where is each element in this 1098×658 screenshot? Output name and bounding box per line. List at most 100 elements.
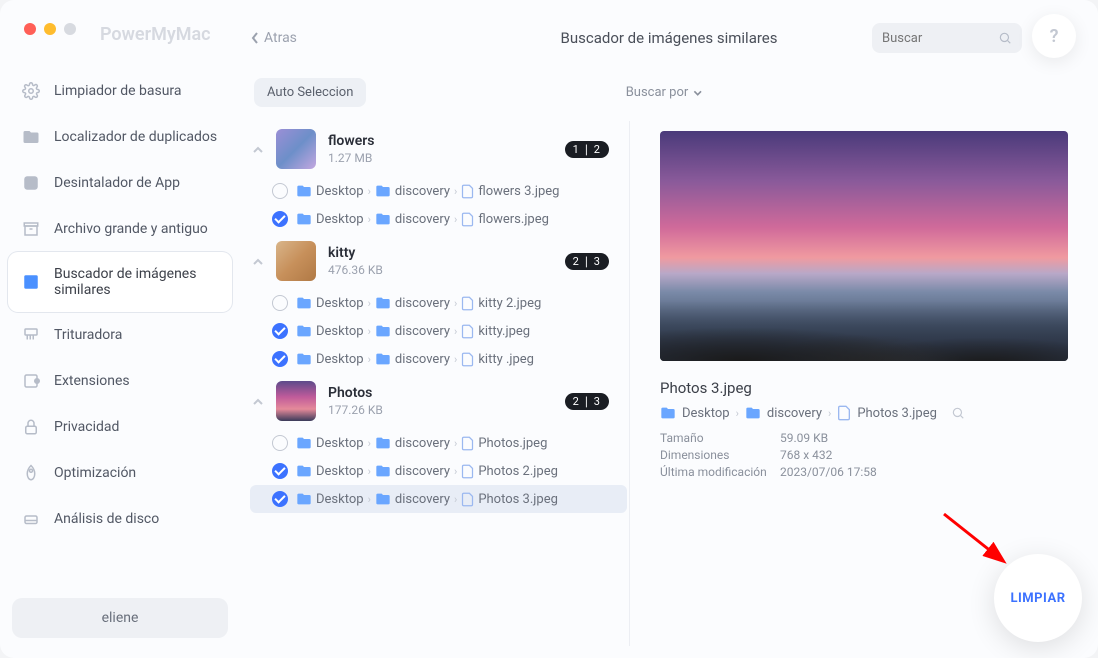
chevron-right-icon: › [828,407,831,420]
file-row[interactable]: Desktop›discovery›kitty .jpeg [250,345,627,373]
folder-icon [296,492,312,506]
folder-icon [22,128,40,146]
content-area: flowers 1.27 MB 1 ∣ 2 Desktop›discovery›… [250,121,1078,646]
file-name: Photos 2.jpeg [478,464,558,479]
sidebar-item-disk-analysis[interactable]: Análisis de disco [8,496,232,542]
sidebar-item-shredder[interactable]: Trituradora [8,312,232,358]
crumb-segment: discovery [395,324,450,339]
collapse-icon[interactable] [250,254,264,268]
crumb-segment: discovery [395,352,450,367]
breadcrumb: Desktop›discovery›Photos 2.jpeg [296,464,558,479]
breadcrumb: Desktop›discovery›Photos.jpeg [296,436,547,451]
sidebar-item-label: Análisis de disco [54,511,159,527]
nav: Limpiador de basura Localizador de dupli… [0,68,240,542]
back-button[interactable]: Atras [250,30,297,46]
search-input-wrap[interactable] [872,23,1022,53]
folder-icon [296,296,312,310]
group-badge: 1 ∣ 2 [565,141,609,158]
group-badge: 2 ∣ 3 [565,393,609,410]
preview-path: Desktop › discovery › Photos 3.jpeg [660,405,1068,421]
checkbox[interactable] [272,463,288,479]
chevron-left-icon [250,31,260,45]
file-row[interactable]: Desktop›discovery›Photos 3.jpeg [250,485,627,513]
file-row[interactable]: Desktop›discovery›kitty.jpeg [250,317,627,345]
group-name: kitty [328,245,383,261]
file-name: flowers 3.jpeg [478,184,559,199]
file-row[interactable]: Desktop›discovery›Photos.jpeg [250,429,627,457]
help-button[interactable]: ? [1032,14,1076,58]
chevron-right-icon: › [454,493,457,506]
search-input[interactable] [882,31,990,46]
file-icon [461,492,474,507]
meta-mod-label: Última modificación [660,465,780,479]
chevron-right-icon: › [368,353,371,366]
crumb-segment: discovery [395,184,450,199]
group-name: flowers [328,133,374,149]
sidebar-item-similar-images[interactable]: Buscador de imágenes similares [8,252,232,312]
sidebar-item-privacy[interactable]: Privacidad [8,404,232,450]
sidebar-item-optimization[interactable]: Optimización [8,450,232,496]
group-size: 476.36 KB [328,263,383,277]
meta-dim-value: 768 x 432 [780,448,1068,462]
checkbox[interactable] [272,351,288,367]
crumb-desktop: Desktop [682,406,730,421]
auto-select-button[interactable]: Auto Seleccion [254,78,366,107]
file-row[interactable]: Desktop›discovery›kitty 2.jpeg [250,289,627,317]
chevron-right-icon: › [368,297,371,310]
folder-icon [375,212,391,226]
topbar: Atras Buscador de imágenes similares [250,18,1078,58]
sort-by-label: Buscar por [626,85,689,100]
collapse-icon[interactable] [250,394,264,408]
checkbox[interactable] [272,295,288,311]
breadcrumb: Desktop›discovery›kitty.jpeg [296,324,530,339]
folder-icon [375,492,391,506]
sidebar-item-label: Buscador de imágenes similares [54,266,218,298]
app-name: PowerMyMac [100,24,211,45]
page-title: Buscador de imágenes similares [561,29,778,47]
file-row[interactable]: Desktop›discovery›flowers 3.jpeg [250,177,627,205]
breadcrumb: Desktop›discovery›kitty .jpeg [296,352,534,367]
crumb-segment: Desktop [316,184,364,199]
clean-button[interactable]: LIMPIAR [994,554,1082,642]
sort-by-dropdown[interactable]: Buscar por [626,85,703,100]
results-list[interactable]: flowers 1.27 MB 1 ∣ 2 Desktop›discovery›… [250,121,630,646]
checkbox[interactable] [272,491,288,507]
collapse-icon[interactable] [250,142,264,156]
checkbox[interactable] [272,435,288,451]
chevron-right-icon: › [368,185,371,198]
minimize-icon[interactable] [44,23,56,35]
sidebar-item-label: Optimización [54,465,136,481]
crumb-file: Photos 3.jpeg [857,406,937,421]
checkbox[interactable] [272,183,288,199]
group-header[interactable]: Photos 177.26 KB 2 ∣ 3 [250,373,627,429]
sidebar-item-app-uninstaller[interactable]: Desintalador de App [8,160,232,206]
rocket-icon [22,464,40,482]
sidebar-item-duplicate-finder[interactable]: Localizador de duplicados [8,114,232,160]
sidebar-item-extensions[interactable]: Extensiones [8,358,232,404]
meta-size-label: Tamaño [660,431,780,445]
preview-meta: Tamaño 59.09 KB Dimensiones 768 x 432 Úl… [660,431,1068,479]
meta-dim-label: Dimensiones [660,448,780,462]
chevron-right-icon: › [454,353,457,366]
close-icon[interactable] [24,23,36,35]
crumb-segment: Desktop [316,212,364,227]
checkbox[interactable] [272,211,288,227]
group-header[interactable]: kitty 476.36 KB 2 ∣ 3 [250,233,627,289]
file-icon [461,352,474,367]
user-badge[interactable]: eliene [12,598,228,638]
folder-icon [660,406,676,420]
file-row[interactable]: Desktop›discovery›flowers.jpeg [250,205,627,233]
chevron-right-icon: › [454,297,457,310]
chevron-right-icon: › [454,465,457,478]
file-name: kitty.jpeg [478,324,530,339]
app-icon [22,174,40,192]
disk-icon [22,510,40,528]
group-header[interactable]: flowers 1.27 MB 1 ∣ 2 [250,121,627,177]
reveal-icon[interactable] [951,406,965,420]
checkbox[interactable] [272,323,288,339]
sidebar-item-large-old-files[interactable]: Archivo grande y antiguo [8,206,232,252]
sidebar-item-junk-cleaner[interactable]: Limpiador de basura [8,68,232,114]
crumb-segment: discovery [395,436,450,451]
file-row[interactable]: Desktop›discovery›Photos 2.jpeg [250,457,627,485]
folder-icon [296,464,312,478]
